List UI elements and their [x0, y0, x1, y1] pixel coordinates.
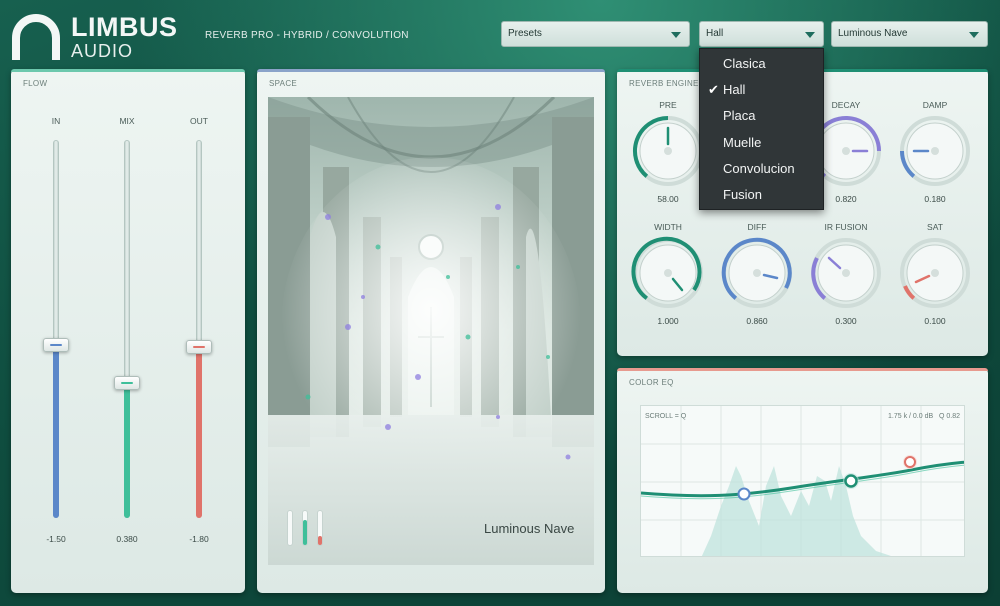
meter-mid-fill — [303, 520, 307, 545]
cathedral-illustration — [268, 97, 594, 565]
menu-item-convolucion[interactable]: Convolucion — [723, 161, 795, 176]
damp-label: DAMP — [922, 100, 948, 110]
eq-readout: 1.75 k / 0.0 dB Q 0.82 — [888, 413, 960, 420]
checkmark-icon: ✔ — [708, 82, 719, 97]
panel-accent-bar — [11, 69, 245, 72]
width-label: WIDTH — [654, 222, 682, 232]
meter-left — [287, 510, 293, 546]
in-slider-thumb[interactable] — [43, 338, 69, 352]
out-slider-fill — [196, 347, 202, 518]
pre-value: 58.00 — [657, 194, 679, 204]
flow-panel: FLOW IN -1.50 MIX 0.380 OUT -1.80 — [11, 69, 245, 593]
mix-slider-fill — [124, 383, 130, 518]
presets-select[interactable]: Presets — [501, 21, 690, 47]
damp-knob[interactable] — [898, 114, 972, 188]
mix-value: 0.380 — [116, 534, 138, 544]
menu-item-placa[interactable]: Placa — [723, 108, 756, 123]
ir-select[interactable]: Luminous Nave — [831, 21, 988, 47]
panel-accent-bar — [617, 368, 988, 371]
mix-slider-thumb[interactable] — [114, 376, 140, 390]
pre-label: PRE — [659, 100, 677, 110]
logo-subtitle: AUDIO — [71, 41, 134, 61]
meter-right-fill — [318, 536, 322, 545]
ir-fusion-value: 0.300 — [835, 316, 857, 326]
panel-accent-bar — [257, 69, 605, 72]
sat-label: SAT — [927, 222, 943, 232]
engine-title: REVERB ENGINE — [629, 79, 699, 88]
eq-graph[interactable]: SCROLL = Q 1.75 k / 0.0 dB Q 0.82 — [640, 405, 965, 557]
reverb-type-select[interactable]: Hall — [699, 21, 824, 47]
menu-item-hall[interactable]: Hall — [723, 82, 745, 97]
menu-item-muelle[interactable]: Muelle — [723, 135, 761, 150]
presets-select-label: Presets — [508, 28, 542, 39]
chevron-down-icon — [671, 32, 681, 38]
reverb-type-menu: Clasica ✔ Hall Placa Muelle Convolucion … — [699, 48, 824, 210]
sat-knob[interactable] — [898, 236, 972, 310]
width-knob[interactable] — [631, 236, 705, 310]
pre-knob[interactable] — [631, 114, 705, 188]
logo-arch-icon — [12, 14, 60, 60]
sat-value: 0.100 — [924, 316, 946, 326]
decay-label: DECAY — [831, 100, 861, 110]
space-title: SPACE — [269, 79, 298, 88]
diff-knob[interactable] — [720, 236, 794, 310]
ir-fusion-knob[interactable] — [809, 236, 883, 310]
menu-item-clasica[interactable]: Clasica — [723, 56, 766, 71]
logo-wordmark: LIMBUS — [71, 12, 178, 42]
width-value: 1.000 — [657, 316, 679, 326]
in-label: IN — [51, 116, 61, 126]
meter-mid — [302, 510, 308, 546]
in-value: -1.50 — [46, 534, 66, 544]
space-visual[interactable]: Luminous Nave — [268, 97, 594, 565]
product-subtitle: REVERB PRO - HYBRID / CONVOLUTION — [205, 30, 409, 41]
decay-value: 0.820 — [835, 194, 857, 204]
in-slider-fill — [53, 344, 59, 518]
mix-label: MIX — [119, 116, 135, 126]
reverb-type-select-label: Hall — [706, 28, 724, 39]
out-slider-thumb[interactable] — [186, 340, 212, 354]
ir-fusion-label: IR FUSION — [824, 222, 868, 232]
diff-value: 0.860 — [746, 316, 768, 326]
damp-value: 0.180 — [924, 194, 946, 204]
meter-right — [317, 510, 323, 546]
eq-title: COLOR EQ — [629, 378, 674, 387]
out-label: OUT — [190, 116, 208, 126]
eq-hint: SCROLL = Q — [645, 413, 687, 420]
flow-title: FLOW — [23, 79, 48, 88]
diff-label: DIFF — [747, 222, 767, 232]
ir-name-caption: Luminous Nave — [484, 521, 575, 536]
menu-item-fusion[interactable]: Fusion — [723, 187, 762, 202]
ir-select-label: Luminous Nave — [838, 28, 908, 39]
eq-curve-display — [641, 406, 964, 556]
out-value: -1.80 — [189, 534, 209, 544]
chevron-down-icon — [969, 32, 979, 38]
chevron-down-icon — [805, 32, 815, 38]
